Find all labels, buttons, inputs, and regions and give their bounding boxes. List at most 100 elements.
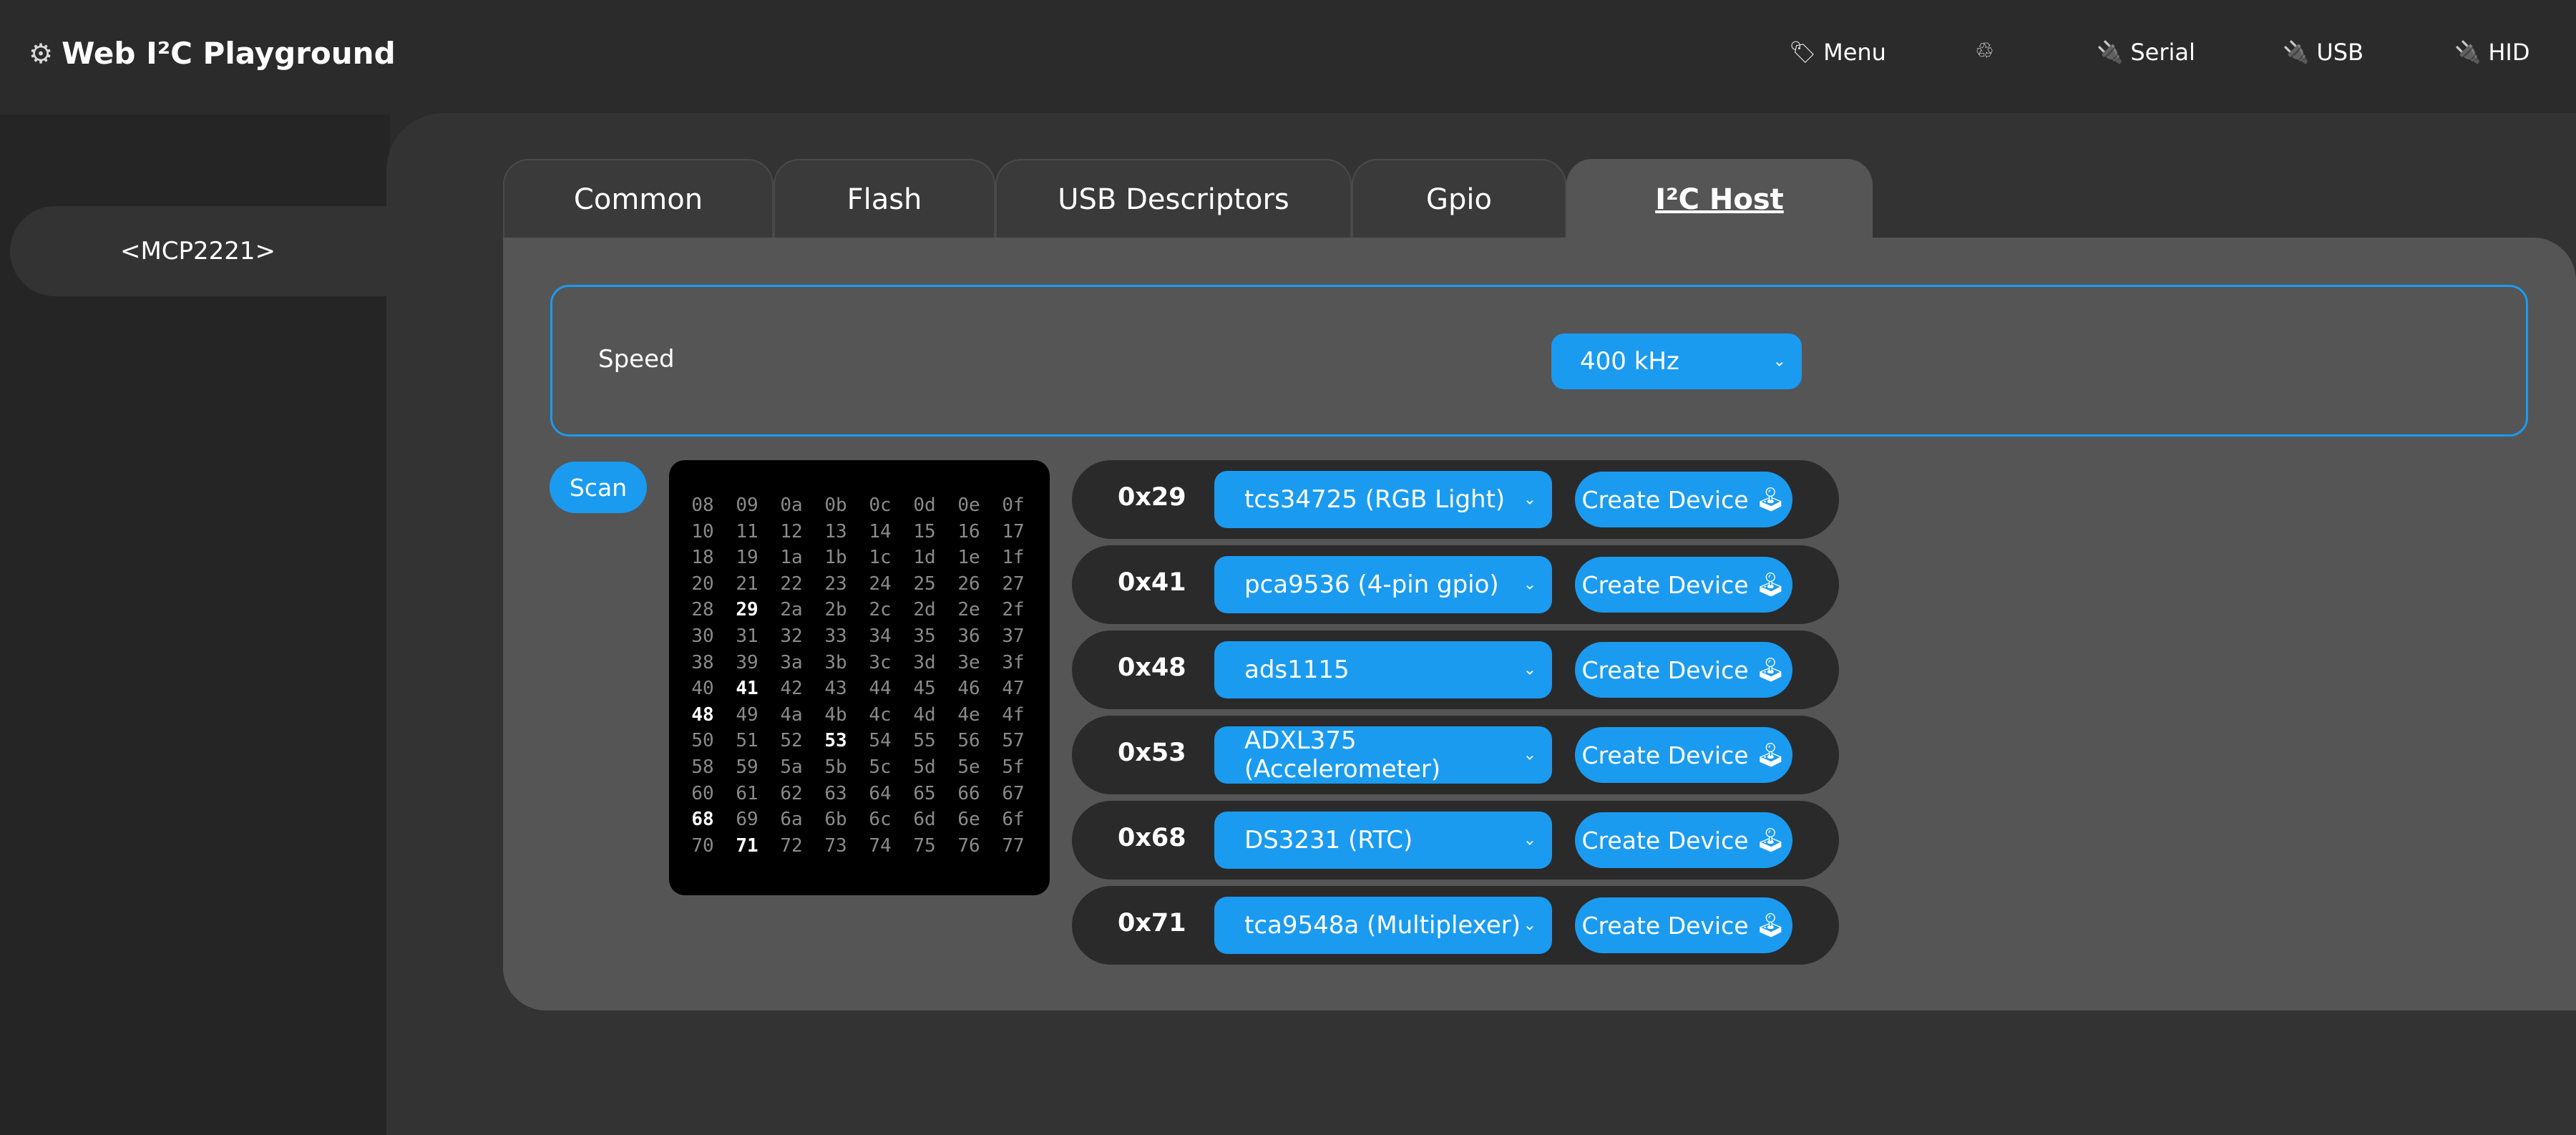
scan-grid-cell: 3f xyxy=(1002,651,1025,673)
create-device-label: Create Device xyxy=(1581,911,1749,940)
scan-grid-cell: 40 xyxy=(691,678,714,700)
scan-grid-cell: 65 xyxy=(913,782,936,804)
scan-grid-cell: 14 xyxy=(869,520,892,542)
joystick-icon: 🕹 xyxy=(1755,741,1786,769)
nav-serial[interactable]: 🔌 Serial xyxy=(2097,39,2195,66)
scan-grid-cell: 55 xyxy=(913,730,936,752)
joystick-icon: 🕹 xyxy=(1755,656,1786,683)
joystick-icon: 🕹 xyxy=(1755,570,1786,598)
plug-icon: 🔌 xyxy=(2454,39,2482,65)
scan-grid-cell: 3b xyxy=(824,651,847,673)
nav-serial-label: Serial xyxy=(2130,39,2195,66)
scan-grid-row: 50 51 52 53 54 55 56 57 xyxy=(680,730,1035,756)
scan-grid-cell-found: 68 xyxy=(691,809,714,831)
scan-grid-row: 30 31 32 33 34 35 36 37 xyxy=(680,625,1035,651)
scan-grid-row: 68 69 6a 6b 6c 6d 6e 6f xyxy=(680,809,1035,834)
scan-grid-cell: 22 xyxy=(780,573,803,595)
app-title: ⚙ Web I²C Playground xyxy=(29,36,396,71)
scan-grid-cell: 25 xyxy=(913,573,936,595)
nav-recycle[interactable]: ♲ xyxy=(1975,39,1994,64)
scan-grid-cell: 36 xyxy=(957,625,980,647)
scan-grid-cell: 5f xyxy=(1002,756,1025,778)
tab-gpio[interactable]: Gpio xyxy=(1352,159,1566,239)
device-driver-select[interactable]: ADXL375 (Accelerometer) ⌄ xyxy=(1214,726,1552,784)
scan-grid-row: 20 21 22 23 24 25 26 27 xyxy=(680,573,1035,599)
create-device-button[interactable]: Create Device 🕹 xyxy=(1575,472,1792,527)
tag-icon: 🏷 xyxy=(1789,39,1817,65)
scan-grid-cell: 4d xyxy=(913,703,936,726)
scan-grid-cell: 0f xyxy=(1002,495,1025,516)
scan-grid-cell: 6d xyxy=(913,809,936,831)
speed-select[interactable]: 400 kHz ⌄ xyxy=(1551,333,1802,389)
scan-grid-cell: 30 xyxy=(691,625,714,647)
scan-grid-cell: 6e xyxy=(957,809,980,831)
tab-usb-descriptors[interactable]: USB Descriptors xyxy=(995,159,1352,239)
device-driver-select[interactable]: pca9536 (4-pin gpio) ⌄ xyxy=(1214,556,1552,613)
tab-flash[interactable]: Flash xyxy=(774,159,995,239)
scan-grid-cell: 46 xyxy=(957,678,980,700)
device-driver-select[interactable]: tcs34725 (RGB Light) ⌄ xyxy=(1214,471,1552,528)
scan-grid-cell: 50 xyxy=(691,730,714,752)
scan-grid-row: 48 49 4a 4b 4c 4d 4e 4f xyxy=(680,704,1035,730)
scan-grid-cell: 63 xyxy=(824,782,847,804)
scan-grid-cell: 4a xyxy=(780,703,803,726)
scan-button[interactable]: Scan xyxy=(550,462,647,513)
sidebar-item-device[interactable]: <MCP2221> xyxy=(10,206,400,296)
create-device-button[interactable]: Create Device 🕹 xyxy=(1575,812,1792,868)
scan-grid-cell: 0a xyxy=(780,495,803,516)
device-address: 0x41 xyxy=(1118,568,1186,597)
scan-grid-cell: 2e xyxy=(957,599,980,621)
device-driver-select[interactable]: DS3231 (RTC) ⌄ xyxy=(1214,812,1552,869)
scan-grid-cell: 5b xyxy=(824,756,847,778)
device-driver-value: tcs34725 (RGB Light) xyxy=(1244,485,1506,514)
scan-grid-cell: 5d xyxy=(913,756,936,778)
speed-label: Speed xyxy=(598,345,675,374)
chevron-down-icon: ⌄ xyxy=(1523,831,1536,849)
scan-grid-cell: 0d xyxy=(913,495,936,516)
scan-grid-cell: 17 xyxy=(1002,520,1025,542)
create-device-button[interactable]: Create Device 🕹 xyxy=(1575,727,1792,783)
scan-grid-cell: 5e xyxy=(957,756,980,778)
create-device-button[interactable]: Create Device 🕹 xyxy=(1575,642,1792,698)
device-driver-select[interactable]: tca9548a (Multiplexer) ⌄ xyxy=(1214,897,1552,954)
nav-hid[interactable]: 🔌 HID xyxy=(2454,39,2530,66)
scan-address-grid: 08 09 0a 0b 0c 0d 0e 0f 10 11 12 13 14 15 16 17 18 19 1a 1b… xyxy=(669,460,1050,895)
scan-grid-cell: 44 xyxy=(869,678,892,700)
nav-usb[interactable]: 🔌 USB xyxy=(2283,39,2363,66)
scan-grid-cell: 1b xyxy=(824,547,847,569)
scan-grid-cell: 08 xyxy=(691,495,714,516)
create-device-button[interactable]: Create Device 🕹 xyxy=(1575,557,1792,613)
nav-menu[interactable]: 🏷 Menu xyxy=(1789,39,1886,66)
device-driver-select[interactable]: ads1115 ⌄ xyxy=(1214,641,1552,698)
scan-grid-cell: 3a xyxy=(780,651,803,673)
chevron-down-icon: ⌄ xyxy=(1523,490,1536,509)
scan-grid-row: 70 71 72 73 74 75 76 77 xyxy=(680,835,1035,861)
scan-grid-cell: 3d xyxy=(913,651,936,673)
scan-grid-cell: 2f xyxy=(1002,599,1025,621)
scan-grid-row: 08 09 0a 0b 0c 0d 0e 0f xyxy=(680,495,1035,520)
scan-grid-row: 18 19 1a 1b 1c 1d 1e 1f xyxy=(680,547,1035,573)
scan-grid-cell: 3e xyxy=(957,651,980,673)
plug-icon: 🔌 xyxy=(2097,39,2124,65)
tab-common[interactable]: Common xyxy=(503,159,774,239)
scan-grid-cell: 42 xyxy=(780,678,803,700)
scan-grid-cell: 5c xyxy=(869,756,892,778)
device-address: 0x53 xyxy=(1118,739,1186,767)
joystick-icon: 🕹 xyxy=(1755,485,1786,513)
scan-grid-cell: 19 xyxy=(736,547,758,569)
recycle-icon: ♲ xyxy=(1975,39,1994,64)
scan-grid-cell: 72 xyxy=(780,834,803,857)
tab-i2c-host[interactable]: I²C Host xyxy=(1566,159,1873,239)
scan-grid-cell: 57 xyxy=(1002,730,1025,752)
scan-grid-cell-found: 71 xyxy=(736,834,758,857)
scan-grid-cell: 74 xyxy=(869,834,892,857)
scan-grid-cell: 73 xyxy=(824,834,847,857)
scan-grid-cell: 37 xyxy=(1002,625,1025,647)
scan-grid-cell: 49 xyxy=(736,703,758,726)
scan-grid-cell: 4f xyxy=(1002,703,1025,726)
scan-grid-cell: 16 xyxy=(957,520,980,542)
create-device-button[interactable]: Create Device 🕹 xyxy=(1575,897,1792,953)
scan-grid-cell: 43 xyxy=(824,678,847,700)
scan-grid-row: 28 29 2a 2b 2c 2d 2e 2f xyxy=(680,599,1035,625)
scan-grid-cell: 66 xyxy=(957,782,980,804)
